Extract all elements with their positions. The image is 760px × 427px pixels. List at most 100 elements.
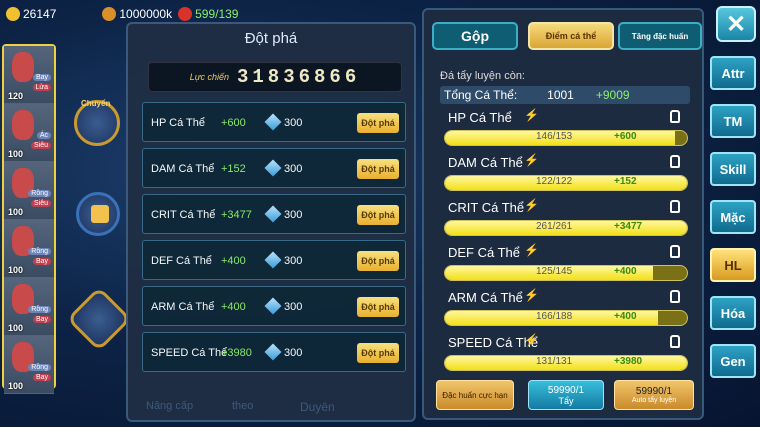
hero-level: 100: [8, 381, 24, 391]
bag-icon: [91, 205, 109, 223]
hero-type-tag: Siêu: [30, 200, 51, 207]
panel-title: Đột phá: [244, 30, 298, 47]
breakthrough-button[interactable]: Đột phá: [357, 113, 399, 133]
breakthrough-row: ARM Cá Thể +400 300 Đột phá: [142, 286, 406, 326]
lock-icon[interactable]: [670, 110, 680, 123]
stat-value: 125/145: [536, 266, 573, 277]
breakthrough-button[interactable]: Đột phá: [357, 205, 399, 225]
breakthrough-row: CRIT Cá Thể +3477 300 Đột phá: [142, 194, 406, 234]
tab-individual-points[interactable]: Điểm cá thể: [528, 22, 614, 50]
auto-label: Auto tẩy luyện: [631, 397, 677, 404]
hero-card[interactable]: Bay Lửa 120: [4, 46, 54, 104]
diamond-icon: [264, 205, 282, 223]
gem-counter: 1000000k: [102, 7, 172, 21]
side-menu-hóa[interactable]: Hóa: [710, 296, 756, 330]
lock-icon[interactable]: [670, 155, 680, 168]
stat-name: DAM Cá Thể: [151, 163, 215, 175]
tab-merge[interactable]: Gộp: [432, 22, 518, 50]
breakthrough-button[interactable]: Đột phá: [357, 343, 399, 363]
hero-portrait: [12, 110, 34, 140]
side-menu-mặc[interactable]: Mặc: [710, 200, 756, 234]
wash-button[interactable]: 59990/1 Tẩy: [528, 380, 604, 410]
hero-card[interactable]: Ác Siêu 100: [4, 104, 54, 162]
side-menu-attr[interactable]: Attr: [710, 56, 756, 90]
transfer-button[interactable]: Chuyển: [74, 99, 120, 146]
side-menu-hl[interactable]: HL: [710, 248, 756, 282]
stat-row: DEF Cá Thể ⚡ 125/145 +400: [440, 243, 690, 287]
stat-name: HP Cá Thể: [151, 117, 206, 129]
lightning-icon: ⚡: [524, 153, 539, 167]
breakthrough-panel: Đột phá Lực chiến 31836866 HP Cá Thể +60…: [126, 22, 416, 422]
breakthrough-row: DAM Cá Thể +152 300 Đột phá: [142, 148, 406, 188]
stat-increase: +400: [221, 255, 246, 267]
lightning-icon: ⚡: [524, 288, 539, 302]
stat-increase: +400: [221, 301, 246, 313]
breakthrough-button[interactable]: Đột phá: [357, 297, 399, 317]
extreme-training-button[interactable]: Đặc huấn cực hạn: [436, 380, 514, 410]
hero-type-tag: Lửa: [32, 84, 51, 91]
tab-special-training[interactable]: Tăng đặc huấn: [618, 22, 702, 50]
hero-level: 100: [8, 149, 24, 159]
total-value: 1001: [547, 88, 574, 102]
lock-icon[interactable]: [670, 200, 680, 213]
diamond-icon: [264, 159, 282, 177]
follow-label: theo: [232, 400, 254, 412]
close-icon: ✕: [725, 10, 747, 38]
hero-card[interactable]: Rồng Siêu 100: [4, 162, 54, 220]
lock-icon[interactable]: [670, 290, 680, 303]
hero-type-tag: Bay: [32, 74, 51, 81]
stat-add: +152: [614, 176, 637, 187]
hero-portrait: [12, 52, 34, 82]
stat-name: CRIT Cá Thể: [151, 209, 216, 221]
hero-level: 120: [8, 91, 24, 101]
breakthrough-button[interactable]: Đột phá: [357, 159, 399, 179]
total-stats: Tổng Cá Thể: 1001 +9009: [440, 86, 690, 104]
side-menu-tm[interactable]: TM: [710, 104, 756, 138]
combat-power-label: Lực chiến: [189, 72, 229, 82]
stat-row: CRIT Cá Thể ⚡ 261/261 +3477: [440, 198, 690, 242]
stat-cost: 300: [284, 117, 303, 129]
hero-level: 100: [8, 265, 24, 275]
stat-value: 166/188: [536, 311, 573, 322]
hero-list[interactable]: Bay Lửa 120 Ác Siêu 100 Rồng Siêu 100 Rồ…: [2, 44, 56, 394]
hero-type-tag: Bay: [32, 316, 51, 323]
stat-name: SPEED Cá Thể: [151, 347, 228, 359]
stat-name: DAM Cá Thể: [448, 155, 523, 170]
breakthrough-button[interactable]: Đột phá: [357, 251, 399, 271]
stat-name: CRIT Cá Thể: [448, 200, 525, 215]
breakthrough-row: DEF Cá Thể +400 300 Đột phá: [142, 240, 406, 280]
stat-name: ARM Cá Thể: [448, 290, 523, 305]
hero-type-tag: Rồng: [28, 364, 51, 371]
hero-card[interactable]: Rồng Bay 100: [4, 220, 54, 278]
auto-wash-button[interactable]: 59990/1 Auto tẩy luyện: [614, 380, 694, 410]
stat-cost: 300: [284, 163, 303, 175]
stat-name: ARM Cá Thể: [151, 301, 215, 313]
transfer-label: Chuyển: [81, 99, 111, 108]
hero-card[interactable]: Rồng Bay 100: [4, 336, 54, 394]
auto-count: 59990/1: [635, 386, 673, 397]
wash-label: Tẩy: [558, 395, 574, 406]
pet-button[interactable]: [66, 286, 132, 352]
stat-value: 261/261: [536, 221, 573, 232]
stat-increase: +600: [221, 117, 246, 129]
lock-icon[interactable]: [670, 245, 680, 258]
bag-button[interactable]: [76, 192, 120, 236]
fire-icon: [178, 7, 193, 21]
side-menu-gen[interactable]: Gen: [710, 344, 756, 378]
breakthrough-row: HP Cá Thể +600 300 Đột phá: [142, 102, 406, 142]
lightning-icon: ⚡: [524, 108, 539, 122]
hero-type-tag: Siêu: [30, 142, 51, 149]
stat-add: +400: [614, 311, 637, 322]
hero-type-tag: Ác: [36, 132, 51, 139]
lightning-icon: ⚡: [524, 333, 539, 347]
stat-increase: +152: [221, 163, 246, 175]
total-label: Tổng Cá Thể:: [444, 88, 518, 102]
lock-icon[interactable]: [670, 335, 680, 348]
stat-row: SPEED Cá Thể ⚡ 131/131 +3980: [440, 333, 690, 377]
stat-row: DAM Cá Thể ⚡ 122/122 +152: [440, 153, 690, 197]
close-button[interactable]: ✕: [716, 6, 756, 42]
hero-card[interactable]: Rồng Bay 100: [4, 278, 54, 336]
coin-icon: [6, 7, 20, 21]
side-menu-skill[interactable]: Skill: [710, 152, 756, 186]
breakthrough-row: SPEED Cá Thể +3980 300 Đột phá: [142, 332, 406, 372]
